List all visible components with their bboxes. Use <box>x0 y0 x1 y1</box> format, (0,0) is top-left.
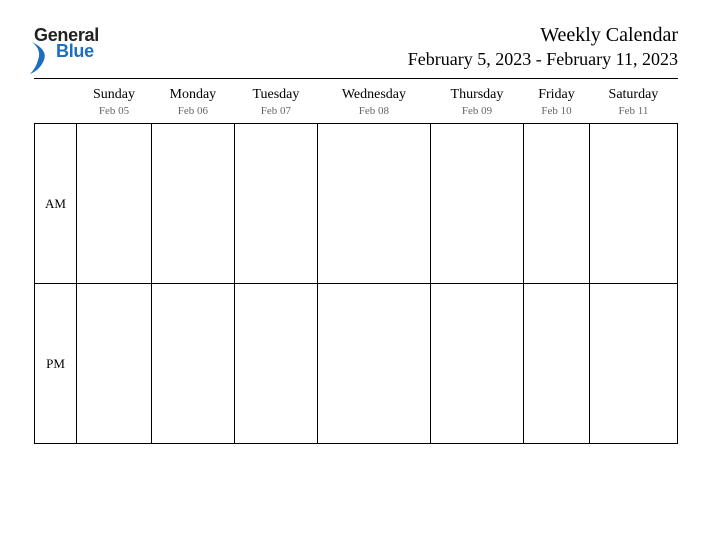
logo-line-2: Blue <box>56 42 99 60</box>
day-date: Feb 08 <box>319 105 430 123</box>
day-header: Saturday Feb 11 <box>589 79 677 124</box>
day-name: Wednesday <box>342 87 406 102</box>
calendar-cell[interactable] <box>234 124 317 284</box>
calendar-cell[interactable] <box>318 124 431 284</box>
day-header: Tuesday Feb 07 <box>234 79 317 124</box>
header-row: General Blue Weekly Calendar February 5,… <box>34 24 678 70</box>
day-name: Monday <box>170 87 217 102</box>
day-date: Feb 10 <box>525 105 589 123</box>
calendar-cell[interactable] <box>234 284 317 444</box>
day-name: Friday <box>538 87 575 102</box>
brand-logo: General Blue <box>34 24 99 60</box>
calendar-cell[interactable] <box>151 124 234 284</box>
day-date: Feb 07 <box>235 105 316 123</box>
calendar-page: General Blue Weekly Calendar February 5,… <box>0 0 712 474</box>
period-column-header <box>35 79 77 124</box>
day-header: Monday Feb 06 <box>151 79 234 124</box>
calendar-cell[interactable] <box>430 284 523 444</box>
day-date: Feb 11 <box>590 105 676 123</box>
calendar-cell[interactable] <box>151 284 234 444</box>
date-range: February 5, 2023 - February 11, 2023 <box>408 49 678 70</box>
day-header: Thursday Feb 09 <box>430 79 523 124</box>
calendar-cell[interactable] <box>77 284 152 444</box>
day-header-row: Sunday Feb 05 Monday Feb 06 Tuesday Feb … <box>35 79 678 124</box>
day-header: Wednesday Feb 08 <box>318 79 431 124</box>
day-date: Feb 09 <box>431 105 522 123</box>
period-label-cell: AM <box>35 124 77 284</box>
period-label-cell: PM <box>35 284 77 444</box>
period-row-am: AM <box>35 124 678 284</box>
calendar-cell[interactable] <box>589 124 677 284</box>
day-header: Sunday Feb 05 <box>77 79 152 124</box>
day-name: Saturday <box>609 87 659 102</box>
day-header: Friday Feb 10 <box>524 79 590 124</box>
weekly-calendar-table: Sunday Feb 05 Monday Feb 06 Tuesday Feb … <box>34 79 678 444</box>
calendar-cell[interactable] <box>77 124 152 284</box>
calendar-cell[interactable] <box>318 284 431 444</box>
period-row-pm: PM <box>35 284 678 444</box>
period-label: PM <box>46 356 65 371</box>
calendar-cell[interactable] <box>589 284 677 444</box>
day-date: Feb 05 <box>78 105 151 123</box>
period-label: AM <box>45 196 66 211</box>
day-name: Sunday <box>93 87 135 102</box>
page-title: Weekly Calendar <box>408 24 678 47</box>
title-block: Weekly Calendar February 5, 2023 - Febru… <box>408 24 678 70</box>
calendar-cell[interactable] <box>430 124 523 284</box>
calendar-cell[interactable] <box>524 124 590 284</box>
day-name: Tuesday <box>252 87 299 102</box>
calendar-cell[interactable] <box>524 284 590 444</box>
day-name: Thursday <box>451 87 504 102</box>
day-date: Feb 06 <box>152 105 233 123</box>
